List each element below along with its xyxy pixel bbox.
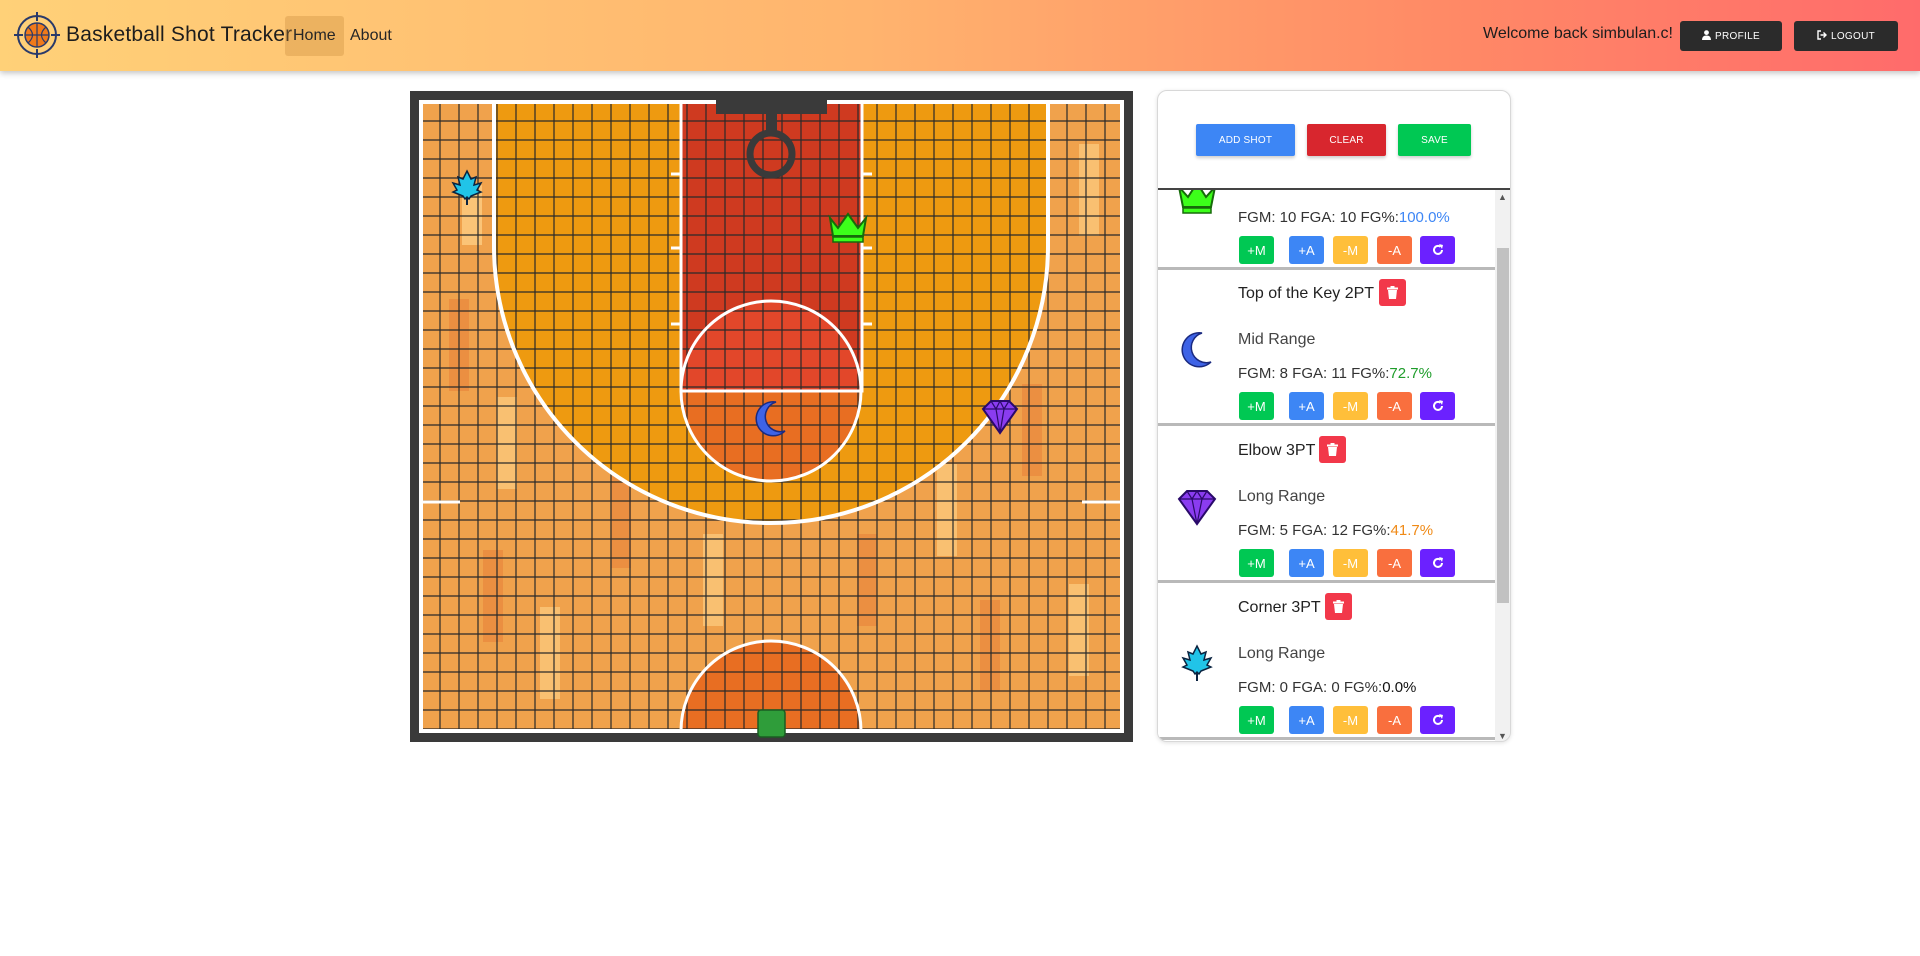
plus-attempt-button[interactable]: +A <box>1289 392 1324 420</box>
minus-make-button[interactable]: -M <box>1333 549 1368 577</box>
plus-make-button[interactable]: +M <box>1239 236 1274 264</box>
shot-card: Corner 3PT Long Range FGM: 0 FGA: 0 FG%:… <box>1158 585 1495 740</box>
user-icon <box>1702 29 1712 43</box>
clear-button[interactable]: CLEAR <box>1307 124 1386 156</box>
reset-button[interactable] <box>1420 392 1455 420</box>
delete-shot-button[interactable] <box>1319 436 1346 463</box>
court-canvas[interactable] <box>410 91 1133 742</box>
minus-attempt-button[interactable]: -A <box>1377 392 1412 420</box>
shooter-position-marker[interactable] <box>757 709 786 738</box>
crown-icon <box>1178 190 1216 214</box>
fg-percentage: 100.0% <box>1398 209 1450 226</box>
plus-make-button[interactable]: +M <box>1239 706 1274 734</box>
fg-percentage: 72.7% <box>1389 365 1432 382</box>
shot-list-scrollbar[interactable]: ▲ ▼ <box>1495 190 1510 741</box>
plus-make-button[interactable]: +M <box>1239 392 1274 420</box>
shot-card: Top of the Key 2PT Mid Range FGM: 8 FGA:… <box>1158 271 1495 426</box>
plus-attempt-button[interactable]: +A <box>1289 706 1324 734</box>
navbar: Basketball Shot Tracker Home About Welco… <box>0 0 1920 71</box>
reset-button[interactable] <box>1420 236 1455 264</box>
panel-header: ADD SHOT CLEAR SAVE <box>1158 91 1510 190</box>
brand[interactable]: Basketball Shot Tracker <box>14 12 292 58</box>
minus-attempt-button[interactable]: -A <box>1377 706 1412 734</box>
shot-stats: FGM: 5 FGA: 12 FG%:41.7% <box>1238 522 1434 539</box>
delete-shot-button[interactable] <box>1379 279 1406 306</box>
shot-title: Elbow 3PT <box>1238 442 1316 459</box>
basketball-target-logo-icon <box>14 12 60 58</box>
shot-stats: FGM: 0 FGA: 0 FG%:0.0% <box>1238 679 1417 696</box>
logout-icon <box>1817 29 1827 43</box>
save-button[interactable]: SAVE <box>1398 124 1471 156</box>
maple-leaf-icon <box>1181 644 1213 681</box>
redo-icon <box>1432 557 1443 568</box>
reset-button[interactable] <box>1420 706 1455 734</box>
minus-make-button[interactable]: -M <box>1333 706 1368 734</box>
nav-home-link[interactable]: Home <box>285 16 344 56</box>
shot-title: Corner 3PT <box>1238 599 1321 616</box>
fg-percentage: 0.0% <box>1382 679 1417 696</box>
shot-range: Long Range <box>1238 488 1326 505</box>
shot-title: Top of the Key 2PT <box>1238 285 1375 302</box>
add-shot-button[interactable]: ADD SHOT <box>1196 124 1295 156</box>
shot-panel: ADD SHOT CLEAR SAVE FGM: 10 FGA: 10 FG%:… <box>1157 90 1511 742</box>
scrollbar-thumb[interactable] <box>1497 248 1509 603</box>
redo-icon <box>1432 714 1443 725</box>
backboard <box>716 91 827 114</box>
app-title: Basketball Shot Tracker <box>66 23 293 46</box>
minus-make-button[interactable]: -M <box>1333 392 1368 420</box>
logout-button-label: LOGOUT <box>1830 30 1876 42</box>
nav-about-link[interactable]: About <box>342 16 400 56</box>
reset-button[interactable] <box>1420 549 1455 577</box>
trash-icon <box>1387 286 1398 299</box>
shot-stats: FGM: 8 FGA: 11 FG%:72.7% <box>1238 365 1432 382</box>
delete-shot-button[interactable] <box>1325 593 1352 620</box>
shot-range: Mid Range <box>1238 331 1316 348</box>
scroll-down-arrow-icon[interactable]: ▼ <box>1498 731 1507 741</box>
hoop-neck <box>766 111 777 132</box>
trash-icon <box>1327 443 1338 456</box>
logout-button[interactable]: LOGOUT <box>1794 21 1898 51</box>
profile-button-label: PROFILE <box>1715 30 1760 42</box>
diamond-icon <box>1177 489 1217 526</box>
fg-percentage: 41.7% <box>1390 522 1434 539</box>
plus-attempt-button[interactable]: +A <box>1289 549 1324 577</box>
welcome-message: Welcome back simbulan.c! <box>1483 25 1673 42</box>
redo-icon <box>1432 400 1443 411</box>
scroll-up-arrow-icon[interactable]: ▲ <box>1498 192 1507 202</box>
profile-button[interactable]: PROFILE <box>1680 21 1782 51</box>
plus-make-button[interactable]: +M <box>1239 549 1274 577</box>
shot-list[interactable]: FGM: 10 FGA: 10 FG%:100.0% +M +A -M -A T… <box>1158 190 1495 741</box>
minus-attempt-button[interactable]: -A <box>1377 236 1412 264</box>
plus-attempt-button[interactable]: +A <box>1289 236 1324 264</box>
shot-court[interactable] <box>410 91 1133 742</box>
shot-card: FGM: 10 FGA: 10 FG%:100.0% +M +A -M -A <box>1158 190 1495 270</box>
minus-make-button[interactable]: -M <box>1333 236 1368 264</box>
shot-range: Long Range <box>1238 645 1326 662</box>
moon-icon <box>1181 332 1212 368</box>
shot-card: Elbow 3PT Long Range FGM: 5 FGA: 12 FG%:… <box>1158 428 1495 583</box>
shot-stats: FGM: 10 FGA: 10 FG%:100.0% <box>1238 209 1450 226</box>
redo-icon <box>1432 244 1443 255</box>
trash-icon <box>1333 600 1344 613</box>
minus-attempt-button[interactable]: -A <box>1377 549 1412 577</box>
